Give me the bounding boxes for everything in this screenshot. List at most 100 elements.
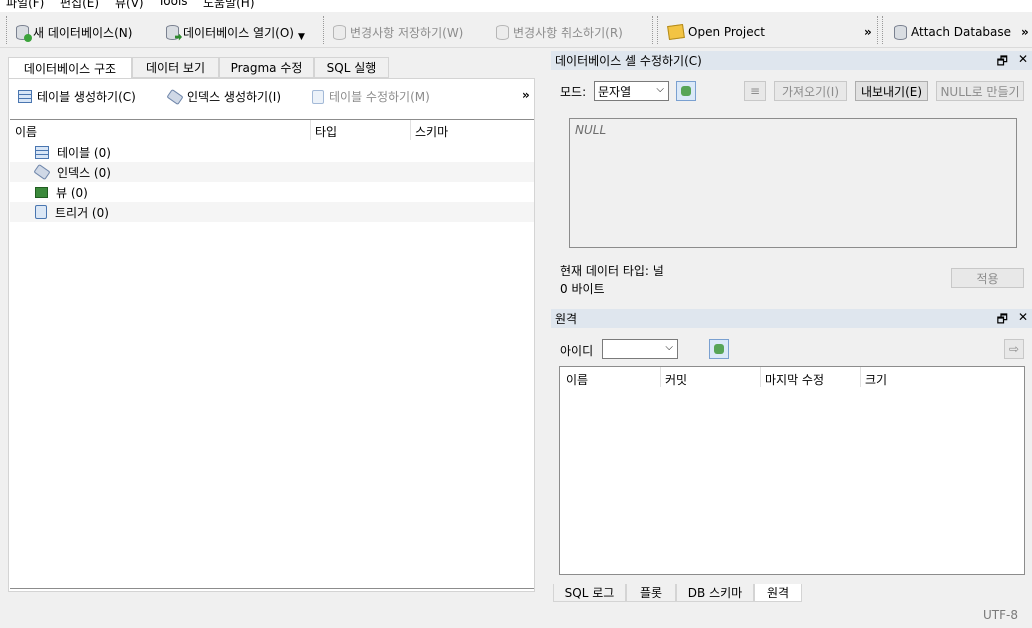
tab-plot[interactable]: 플롯 <box>626 584 676 602</box>
identity-label: 아이디 <box>560 344 594 358</box>
column-divider <box>660 367 661 387</box>
data-size-info: 0 바이트 <box>560 282 605 296</box>
menu-edit[interactable]: 편집(E) <box>60 0 99 11</box>
tree-item-label: 트리거 (0) <box>55 205 109 220</box>
menu-file[interactable]: 파일(F) <box>6 0 44 11</box>
close-icon[interactable]: ✕ <box>1018 310 1028 331</box>
toolbar-grip <box>6 16 7 44</box>
toolbar-grip <box>882 16 883 44</box>
tree-item-views[interactable]: 뷰 (0) <box>10 182 534 202</box>
toolbar-overflow-button-2[interactable]: » <box>1021 21 1029 43</box>
tree-header: 이름 타입 스키마 <box>10 120 534 140</box>
identity-select[interactable]: ⌵ <box>602 339 678 359</box>
modify-table-label: 테이블 수정하기(M) <box>329 90 430 104</box>
modify-table-button[interactable]: 테이블 수정하기(M) <box>312 88 430 105</box>
float-icon[interactable]: 🗗 <box>997 52 1008 73</box>
revert-changes-label: 변경사항 취소하기(R) <box>513 25 623 40</box>
word-wrap-button[interactable]: ≡ <box>744 81 766 101</box>
chevron-down-icon: ⌵ <box>656 84 664 95</box>
import-button[interactable]: 가져오기(I) <box>774 81 847 101</box>
set-null-button[interactable]: NULL로 만들기 <box>936 81 1024 101</box>
table-icon <box>35 145 49 159</box>
data-type-info: 현재 데이터 타입: 널 <box>560 264 664 278</box>
tab-edit-pragmas[interactable]: Pragma 수정 <box>219 57 314 78</box>
column-divider <box>310 120 311 140</box>
column-header-name[interactable]: 이름 <box>15 123 37 140</box>
revert-changes-button[interactable]: 변경사항 취소하기(R) <box>496 21 623 43</box>
encoding-label: UTF-8 <box>983 608 1018 622</box>
auto-format-button[interactable] <box>676 81 696 101</box>
create-index-label: 인덱스 생성하기(I) <box>187 90 281 104</box>
attach-database-icon <box>894 24 907 40</box>
attach-database-button[interactable]: Attach Database <box>894 21 1011 43</box>
app-window: 파일(F) 편집(E) 뷰(V) Tools 도움말(H) 새 데이터베이스(N… <box>0 0 1032 628</box>
tab-remote[interactable]: 원격 <box>754 584 802 602</box>
create-table-button[interactable]: 테이블 생성하기(C) <box>18 88 136 105</box>
toolbar-separator <box>877 16 878 44</box>
menu-help[interactable]: 도움말(H) <box>203 0 255 11</box>
view-icon <box>35 186 48 198</box>
tree-item-indexes[interactable]: 인덱스 (0) <box>10 162 534 182</box>
apply-button[interactable]: 적용 <box>951 268 1024 288</box>
create-table-icon <box>18 90 32 103</box>
push-icon: ⇨ <box>1008 342 1020 356</box>
menu-view[interactable]: 뷰(V) <box>115 0 144 11</box>
tree-item-tables[interactable]: 테이블 (0) <box>10 142 534 162</box>
cell-value-editor[interactable]: NULL <box>569 118 1017 248</box>
new-database-icon <box>16 24 32 42</box>
save-changes-label: 변경사항 저장하기(W) <box>350 25 464 40</box>
structure-toolbar: 테이블 생성하기(C) 인덱스 생성하기(I) 테이블 수정하기(M) » <box>9 79 534 115</box>
new-database-button[interactable]: 새 데이터베이스(N) <box>16 21 132 43</box>
float-icon[interactable]: 🗗 <box>997 310 1008 331</box>
mode-label: 모드: <box>560 85 587 99</box>
column-header-name[interactable]: 이름 <box>566 371 588 388</box>
open-database-label: 데이터베이스 열기(O) <box>183 25 294 40</box>
tab-database-structure[interactable]: 데이터베이스 구조 <box>8 57 132 79</box>
tab-browse-data[interactable]: 데이터 보기 <box>132 57 219 78</box>
column-header-last-modified[interactable]: 마지막 수정 <box>765 371 824 388</box>
push-button[interactable]: ⇨ <box>1004 339 1024 359</box>
toolbar-separator <box>652 16 653 44</box>
save-changes-icon <box>333 24 346 40</box>
structure-toolbar-overflow[interactable]: » <box>522 88 530 102</box>
toolbar-separator <box>323 16 324 44</box>
open-database-button[interactable]: 데이터베이스 열기(O) ▼ <box>166 21 305 43</box>
revert-changes-icon <box>496 24 509 40</box>
remote-file-list[interactable]: 이름 커밋 마지막 수정 크기 <box>559 366 1025 575</box>
menu-bar: 파일(F) 편집(E) 뷰(V) Tools 도움말(H) <box>0 0 1032 12</box>
dropdown-arrow-icon[interactable]: ▼ <box>298 32 305 42</box>
project-icon <box>667 23 685 41</box>
tab-execute-sql[interactable]: SQL 실행 <box>314 57 389 78</box>
database-structure-pane: 테이블 생성하기(C) 인덱스 생성하기(I) 테이블 수정하기(M) » 이름… <box>8 78 535 592</box>
tab-db-schema[interactable]: DB 스키마 <box>676 584 754 602</box>
null-value-text: NULL <box>575 123 607 137</box>
word-wrap-icon: ≡ <box>749 84 761 98</box>
save-changes-button[interactable]: 변경사항 저장하기(W) <box>333 21 463 43</box>
attach-database-label: Attach Database <box>911 25 1012 39</box>
status-bar: UTF-8 <box>0 604 1032 628</box>
open-project-button[interactable]: Open Project <box>667 21 765 43</box>
close-icon[interactable]: ✕ <box>1018 52 1028 73</box>
tree-item-triggers[interactable]: 트리거 (0) <box>10 202 534 222</box>
column-header-type[interactable]: 타입 <box>315 123 337 140</box>
column-divider <box>410 120 411 140</box>
create-index-button[interactable]: 인덱스 생성하기(I) <box>166 88 281 105</box>
new-database-label: 새 데이터베이스(N) <box>33 25 133 40</box>
tab-sql-log[interactable]: SQL 로그 <box>553 584 626 602</box>
column-header-commit[interactable]: 커밋 <box>665 371 687 388</box>
tree-item-label: 테이블 (0) <box>57 145 111 160</box>
manage-identity-button[interactable] <box>708 339 729 359</box>
column-header-size[interactable]: 크기 <box>865 371 887 388</box>
schema-tree[interactable]: 이름 타입 스키마 테이블 (0) 인덱스 (0) 뷰 (0) 트리거 (0) <box>10 119 534 589</box>
mode-select[interactable]: 문자열 ⌵ <box>594 81 669 101</box>
tree-item-label: 인덱스 (0) <box>57 165 111 180</box>
mode-select-value: 문자열 <box>598 84 632 99</box>
trigger-icon <box>35 205 47 219</box>
menu-tools[interactable]: Tools <box>158 0 188 8</box>
tree-item-label: 뷰 (0) <box>56 185 88 200</box>
toolbar-overflow-button[interactable]: » <box>864 21 872 43</box>
export-button[interactable]: 내보내기(E) <box>855 81 928 101</box>
index-icon <box>33 163 51 181</box>
open-project-label: Open Project <box>688 25 765 39</box>
column-header-schema[interactable]: 스키마 <box>415 123 448 140</box>
